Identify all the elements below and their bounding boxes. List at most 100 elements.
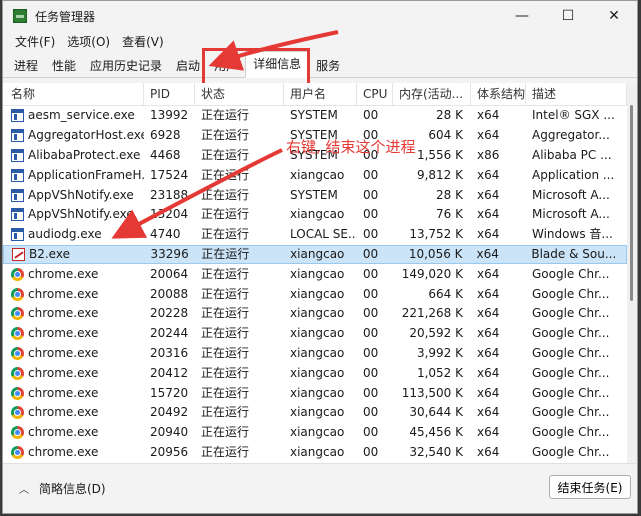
table-row[interactable]: chrome.exe 20088 正在运行 xiangcao 00 664 K x64 Goo… [3, 284, 627, 304]
table-row-selected[interactable]: B2.exe 33296 正在运行 xiangcao 00 10,056 K x64 Blad… [3, 244, 627, 265]
process-cpu: 00 [363, 326, 379, 341]
table-row[interactable]: audiodg.exe 4740 正在运行 LOCAL SE... 00 13,752 K… [3, 225, 627, 245]
process-name: AppVShNotify.exe [3, 186, 144, 205]
vertical-scrollbar[interactable] [627, 83, 637, 463]
process-user: xiangcao [290, 246, 345, 261]
chrome-icon [11, 386, 24, 400]
tab-services[interactable]: 服务 [309, 55, 347, 77]
process-status: 正在运行 [201, 425, 250, 440]
table-header: 名称 PID 状态 用户名 CPU 内存(活动... 体系结构 描述 [3, 83, 627, 106]
column-header-description[interactable]: 描述 [526, 83, 627, 105]
process-name-text: AlibabaProtect.exe [28, 147, 141, 162]
task-manager-window: 任务管理器 — ☐ ✕ 文件(F) 选项(O) 查看(V) 进程 性能 应用历史… [2, 0, 638, 514]
table-row[interactable]: aesm_service.exe 13992 正在运行 SYSTEM 00 28 K x64… [3, 106, 627, 126]
column-header-name[interactable]: 名称 [3, 83, 144, 105]
process-description: Microsoft A... [532, 207, 610, 222]
chrome-icon [11, 267, 24, 281]
process-status: 正在运行 [201, 227, 250, 242]
end-task-button[interactable]: 结束任务(E) [549, 475, 631, 499]
task-manager-icon [13, 9, 27, 23]
table-row[interactable]: chrome.exe 20316 正在运行 xiangcao 00 3,992 K x64 G… [3, 344, 627, 364]
process-status: 正在运行 [201, 128, 250, 143]
process-arch: x64 [477, 227, 500, 242]
tab-app-history[interactable]: 应用历史记录 [83, 55, 169, 77]
window-icon [11, 208, 24, 222]
process-name-text: ApplicationFrameH... [28, 167, 144, 182]
tab-bar: 进程 性能 应用历史记录 启动 用户 详细信息 服务 [3, 48, 637, 94]
process-status: 正在运行 [201, 365, 250, 380]
column-header-status[interactable]: 状态 [195, 83, 284, 105]
table-row[interactable]: AppVShNotify.exe 23188 正在运行 SYSTEM 00 28 K x64… [3, 185, 627, 205]
table-row[interactable]: chrome.exe 20956 正在运行 xiangcao 00 32,540 K x64… [3, 443, 627, 463]
process-status: 正在运行 [201, 345, 250, 360]
tab-details[interactable]: 详细信息 [245, 51, 310, 78]
minimize-button[interactable]: — [499, 1, 545, 31]
process-status: 正在运行 [201, 167, 250, 182]
process-memory: 32,540 K [409, 444, 463, 459]
table-row[interactable]: ApplicationFrameH... 17524 正在运行 xiangcao 00 9… [3, 165, 627, 185]
process-memory: 30,644 K [409, 405, 463, 420]
process-name-text: AppVShNotify.exe [28, 207, 134, 222]
fewer-details-toggle[interactable]: ︿ 简略信息(D) [19, 480, 106, 497]
process-pid: 17524 [150, 167, 189, 182]
process-pid: 23188 [150, 187, 189, 202]
chrome-icon [11, 327, 24, 341]
process-cpu: 00 [363, 425, 379, 440]
process-description: Google Chr... [532, 444, 610, 459]
column-header-cpu[interactable]: CPU [357, 83, 393, 105]
process-name-text: aesm_service.exe [28, 108, 135, 123]
tab-performance[interactable]: 性能 [45, 55, 83, 77]
process-arch: x64 [477, 306, 500, 321]
process-memory: 20,592 K [409, 326, 463, 341]
process-name-text: AppVShNotify.exe [28, 187, 134, 202]
table-row[interactable]: chrome.exe 20492 正在运行 xiangcao 00 30,644 K x64… [3, 403, 627, 423]
table-row[interactable]: chrome.exe 20228 正在运行 xiangcao 00 221,268 K x6… [3, 304, 627, 324]
process-status: 正在运行 [201, 147, 250, 162]
table-row[interactable]: chrome.exe 20940 正在运行 xiangcao 00 45,456 K x64… [3, 423, 627, 443]
process-cpu: 00 [363, 345, 379, 360]
tab-users[interactable]: 用户 [207, 55, 245, 77]
process-pid: 4468 [150, 147, 181, 162]
process-user: xiangcao [290, 385, 345, 400]
process-description: Google Chr... [532, 425, 610, 440]
column-header-arch[interactable]: 体系结构 [471, 83, 526, 105]
chrome-icon [11, 287, 24, 301]
table-row[interactable]: chrome.exe 15720 正在运行 xiangcao 00 113,500 K x6… [3, 383, 627, 403]
blade-icon [12, 247, 25, 261]
tab-processes[interactable]: 进程 [7, 55, 45, 77]
tab-startup[interactable]: 启动 [169, 55, 207, 77]
table-row[interactable]: chrome.exe 20244 正在运行 xiangcao 00 20,592 K x64… [3, 324, 627, 344]
process-cpu: 00 [363, 167, 379, 182]
column-header-memory[interactable]: 内存(活动... [393, 83, 471, 105]
process-status: 正在运行 [201, 187, 250, 202]
window-title: 任务管理器 [35, 9, 96, 24]
process-arch: x64 [477, 128, 500, 143]
table-row[interactable]: AppVShNotify.exe 13204 正在运行 xiangcao 00 76 K x… [3, 205, 627, 225]
process-name-text: audiodg.exe [28, 227, 102, 242]
scrollbar-thumb[interactable] [630, 105, 633, 301]
process-name: chrome.exe [3, 443, 144, 462]
process-cpu: 00 [363, 227, 379, 242]
process-status: 正在运行 [201, 326, 250, 341]
menu-options[interactable]: 选项(O) [61, 33, 116, 50]
fewer-details-label: 简略信息(D) [39, 482, 106, 496]
window-icon [11, 188, 24, 202]
table-row[interactable]: chrome.exe 20412 正在运行 xiangcao 00 1,052 K x64 G… [3, 363, 627, 383]
process-name-text: chrome.exe [28, 425, 99, 440]
process-memory: 13,752 K [409, 227, 463, 242]
process-status: 正在运行 [201, 207, 250, 222]
menu-view[interactable]: 查看(V) [116, 33, 170, 50]
process-arch: x64 [477, 207, 500, 222]
window-icon [11, 148, 24, 162]
process-cpu: 00 [363, 187, 379, 202]
process-description: Google Chr... [532, 365, 610, 380]
menu-file[interactable]: 文件(F) [9, 33, 61, 50]
process-name-text: chrome.exe [28, 306, 99, 321]
process-memory: 3,992 K [416, 345, 463, 360]
column-header-user[interactable]: 用户名 [284, 83, 357, 105]
table-row[interactable]: chrome.exe 20064 正在运行 xiangcao 00 149,020 K x6… [3, 264, 627, 284]
process-arch: x64 [477, 385, 500, 400]
column-header-pid[interactable]: PID [144, 83, 195, 105]
maximize-button[interactable]: ☐ [545, 1, 591, 31]
close-button[interactable]: ✕ [591, 1, 637, 31]
